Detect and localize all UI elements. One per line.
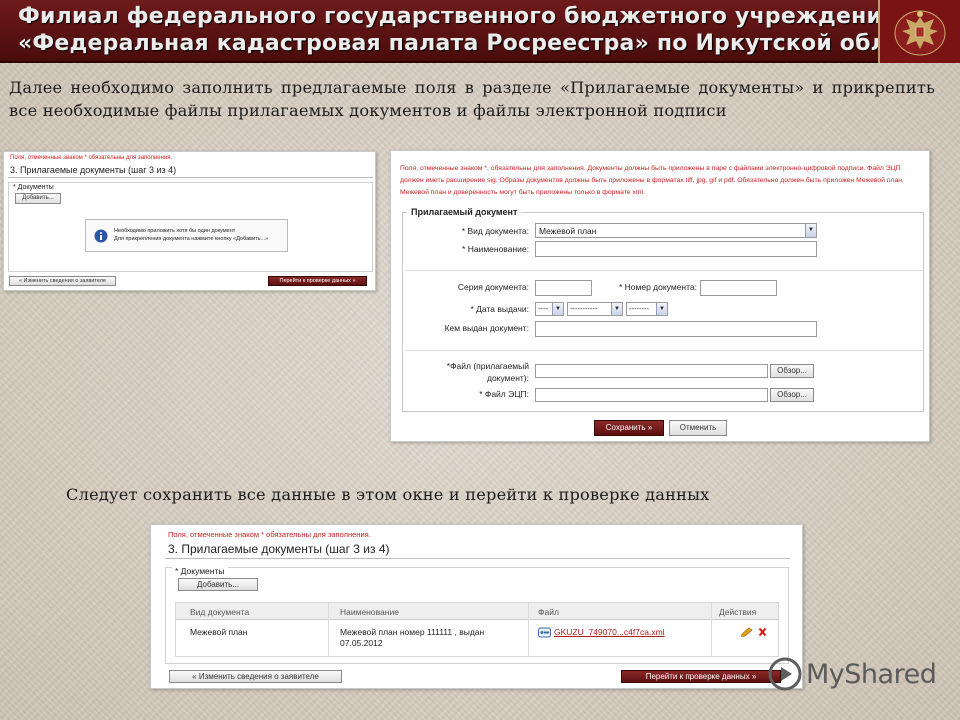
date-month-value: ----------- <box>570 304 598 313</box>
date-year-select[interactable]: -------- ▼ <box>626 302 668 316</box>
row-file-link[interactable]: GKUZU_749070...c4f7ca.xml <box>554 627 665 637</box>
signature-file-label: * Файл ЭЦП: <box>479 389 529 399</box>
doc-type-select[interactable]: Межевой план ▼ <box>535 223 817 238</box>
cancel-button[interactable]: Отменить <box>669 420 727 436</box>
column-header: Действия <box>719 607 757 617</box>
delete-icon[interactable] <box>758 627 767 637</box>
issuer-label: Кем выдан документ: <box>444 323 529 333</box>
info-message-box: Необходимо приложить хотя бы один докуме… <box>85 219 288 252</box>
date-day-value: ---- <box>538 304 548 313</box>
go-to-check-button[interactable]: Перейти к проверке данных » <box>268 276 367 286</box>
edit-pencil-icon[interactable] <box>741 627 753 637</box>
step-title: 3. Прилагаемые документы (шаг 3 из 4) <box>168 542 390 556</box>
documents-fieldset: * Документы Добавить... Необходимо прило… <box>8 182 373 272</box>
double-headed-eagle-icon <box>894 10 946 55</box>
date-day-select[interactable]: ---- ▼ <box>535 302 564 316</box>
browse-file-button[interactable]: Обзор... <box>770 364 814 378</box>
row-doc-name-line-2: 07.05.2012 <box>340 638 383 648</box>
divider <box>165 558 790 559</box>
row-doc-name-line-1: Межевой план номер 111111 , выдан <box>340 627 485 637</box>
coat-of-arms-emblem <box>878 0 960 63</box>
screenshot-documents-list: Поля, отмеченные знаком * обязательны дл… <box>150 524 803 689</box>
number-input[interactable] <box>700 280 777 296</box>
xml-file-icon <box>538 627 551 638</box>
number-label: * Номер документа: <box>618 282 697 292</box>
play-logo-icon <box>768 657 802 691</box>
chevron-down-icon: ▼ <box>656 303 667 315</box>
name-input[interactable] <box>535 241 817 257</box>
series-label: Серия документа: <box>457 282 529 292</box>
doc-type-value: Межевой план <box>539 226 597 236</box>
divider <box>8 177 373 178</box>
column-header: Вид документа <box>190 607 250 617</box>
column-divider <box>328 603 329 656</box>
documents-fieldset: * Документы Добавить... Вид документа На… <box>165 566 789 664</box>
required-note: Поля, отмеченные знаком * обязательны дл… <box>10 155 173 161</box>
header-title-line-1: Филиал федерального государственного бюд… <box>18 4 897 29</box>
documents-legend: * Документы <box>13 184 54 191</box>
divider <box>406 350 922 351</box>
divider <box>406 270 922 271</box>
required-note: Поля, отмеченные знаком *, обязательны д… <box>400 165 904 196</box>
screenshot-empty-documents: Поля, отмеченные знаком * обязательны дл… <box>3 151 376 291</box>
step-title: 3. Прилагаемые документы (шаг 3 из 4) <box>10 165 177 175</box>
attached-document-fieldset: Прилагаемый документ * Вид документа: Ме… <box>402 207 924 412</box>
watermark: MyShared <box>768 655 937 695</box>
go-to-check-button[interactable]: Перейти к проверке данных » <box>621 670 781 683</box>
file-label-line-1: *Файл (прилагаемый <box>446 361 529 371</box>
header-title-line-2: «Федеральная кадастровая палата Росреест… <box>18 31 944 56</box>
caption-text: Следует сохранить все данные в этом окне… <box>66 485 710 504</box>
browse-signature-button[interactable]: Обзор... <box>770 388 814 402</box>
column-divider <box>528 603 529 656</box>
date-month-select[interactable]: ----------- ▼ <box>567 302 623 316</box>
column-divider <box>711 603 712 656</box>
signature-path-input[interactable] <box>535 388 768 402</box>
fieldset-legend: Прилагаемый документ <box>407 207 522 217</box>
row-doc-type: Межевой план <box>190 627 248 637</box>
issue-date-label: * Дата выдачи: <box>470 304 529 314</box>
back-to-applicant-button[interactable]: « Изменить сведения о заявителе <box>169 670 342 683</box>
add-document-button[interactable]: Добавить... <box>15 193 61 204</box>
name-label: * Наименование: <box>462 244 529 254</box>
issuer-input[interactable] <box>535 321 817 337</box>
add-document-button[interactable]: Добавить... <box>178 578 258 591</box>
table-header-row <box>176 603 778 620</box>
watermark-text: MyShared <box>806 659 937 690</box>
documents-table: Вид документа Наименование Файл Действия… <box>175 602 779 657</box>
screenshot-add-document-form: Поля, отмеченные знаком *, обязательны д… <box>390 150 930 442</box>
page-header: Филиал федерального государственного бюд… <box>0 0 960 63</box>
chevron-down-icon: ▼ <box>805 224 816 237</box>
intro-paragraph: Далее необходимо заполнить предлагаемые … <box>9 78 935 120</box>
column-header: Файл <box>538 607 559 617</box>
series-input[interactable] <box>535 280 592 296</box>
save-button[interactable]: Сохранить » <box>594 420 664 436</box>
back-to-applicant-button[interactable]: « Изменить сведения о заявителе <box>9 276 116 286</box>
info-message-line-1: Необходимо приложить хотя бы один докуме… <box>114 228 236 234</box>
file-path-input[interactable] <box>535 364 768 378</box>
documents-legend: * Документы <box>172 566 228 576</box>
doc-type-label: * Вид документа: <box>461 226 529 236</box>
info-message-line-2: Для прикрепления документа нажмите кнопк… <box>114 236 269 242</box>
info-icon <box>94 229 108 243</box>
column-header: Наименование <box>340 607 399 617</box>
date-year-value: -------- <box>629 304 649 313</box>
chevron-down-icon: ▼ <box>552 303 563 315</box>
required-note: Поля, отмеченные знаком * обязательны дл… <box>168 530 371 539</box>
file-label-line-2: документ): <box>486 373 529 383</box>
chevron-down-icon: ▼ <box>611 303 622 315</box>
